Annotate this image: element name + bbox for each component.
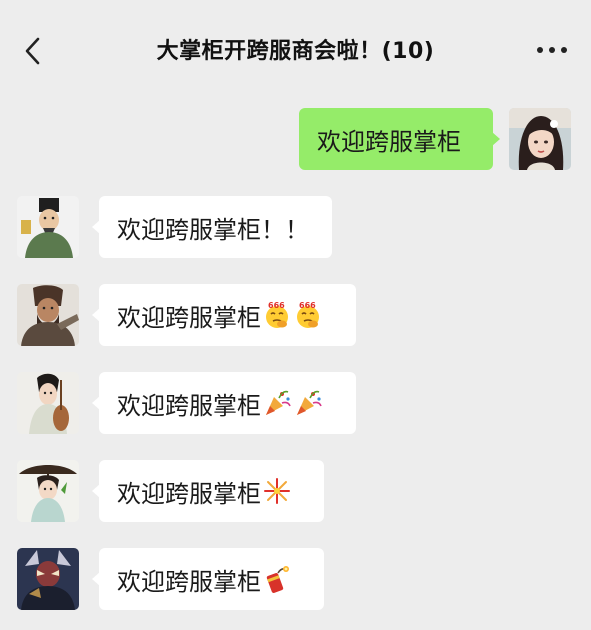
more-button[interactable] bbox=[535, 40, 569, 60]
message-bubble[interactable]: 欢迎跨服掌柜 bbox=[99, 372, 356, 434]
avatar-lady-pipa[interactable] bbox=[17, 372, 79, 434]
avatar-masked-warrior-portrait-icon bbox=[17, 548, 79, 610]
firecracker-emoji-icon bbox=[266, 566, 289, 593]
message-text: 欢迎跨服掌柜 bbox=[117, 391, 261, 420]
avatar-scholar-portrait-icon bbox=[17, 196, 79, 258]
chat-header: 大掌柜开跨服商会啦！(10) bbox=[0, 0, 591, 100]
message-row: 欢迎跨服掌柜 666 666 bbox=[0, 284, 591, 348]
avatar-lady-umbrella-portrait-icon bbox=[17, 460, 79, 522]
avatar-warrior-portrait-icon bbox=[17, 284, 79, 346]
avatar-masked-warrior[interactable] bbox=[17, 548, 79, 610]
avatar-lady-pipa-portrait-icon bbox=[17, 372, 79, 434]
message-row: 欢迎跨服掌柜！！ bbox=[0, 196, 591, 260]
666-thinking-emoji-icon: 666 bbox=[266, 301, 288, 328]
message-bubble-self[interactable]: 欢迎跨服掌柜 bbox=[299, 108, 493, 170]
avatar-lady-umbrella[interactable] bbox=[17, 460, 79, 522]
message-bubble[interactable]: 欢迎跨服掌柜 666 666 bbox=[99, 284, 356, 346]
svg-text:666: 666 bbox=[299, 301, 316, 310]
message-bubble[interactable]: 欢迎跨服掌柜 bbox=[99, 460, 324, 522]
fireworks-emoji-icon bbox=[264, 478, 290, 504]
party-popper-emoji-icon bbox=[297, 390, 322, 415]
message-text: 欢迎跨服掌柜！！ bbox=[117, 215, 309, 244]
message-text: 欢迎跨服掌柜 bbox=[117, 303, 261, 332]
avatar-self[interactable] bbox=[509, 108, 571, 170]
message-row-self: 欢迎跨服掌柜 bbox=[0, 108, 591, 172]
avatar-warrior[interactable] bbox=[17, 284, 79, 346]
bubble-tail bbox=[492, 132, 500, 146]
666-thinking-emoji-icon: 666 bbox=[297, 301, 319, 328]
message-row: 欢迎跨服掌柜 bbox=[0, 372, 591, 436]
svg-text:666: 666 bbox=[268, 301, 285, 310]
avatar-scholar[interactable] bbox=[17, 196, 79, 258]
chat-title: 大掌柜开跨服商会啦！(10) bbox=[156, 39, 435, 64]
message-text: 欢迎跨服掌柜 bbox=[117, 479, 261, 508]
message-row: 欢迎跨服掌柜 bbox=[0, 460, 591, 524]
message-bubble[interactable]: 欢迎跨服掌柜 bbox=[99, 548, 324, 610]
avatar-lady-portrait-icon bbox=[509, 108, 571, 170]
message-bubble[interactable]: 欢迎跨服掌柜！！ bbox=[99, 196, 332, 258]
message-row: 欢迎跨服掌柜 bbox=[0, 548, 591, 612]
message-text: 欢迎跨服掌柜 bbox=[117, 567, 261, 596]
message-text: 欢迎跨服掌柜 bbox=[317, 127, 461, 156]
party-popper-emoji-icon bbox=[266, 390, 291, 415]
more-dots-icon bbox=[537, 47, 567, 53]
